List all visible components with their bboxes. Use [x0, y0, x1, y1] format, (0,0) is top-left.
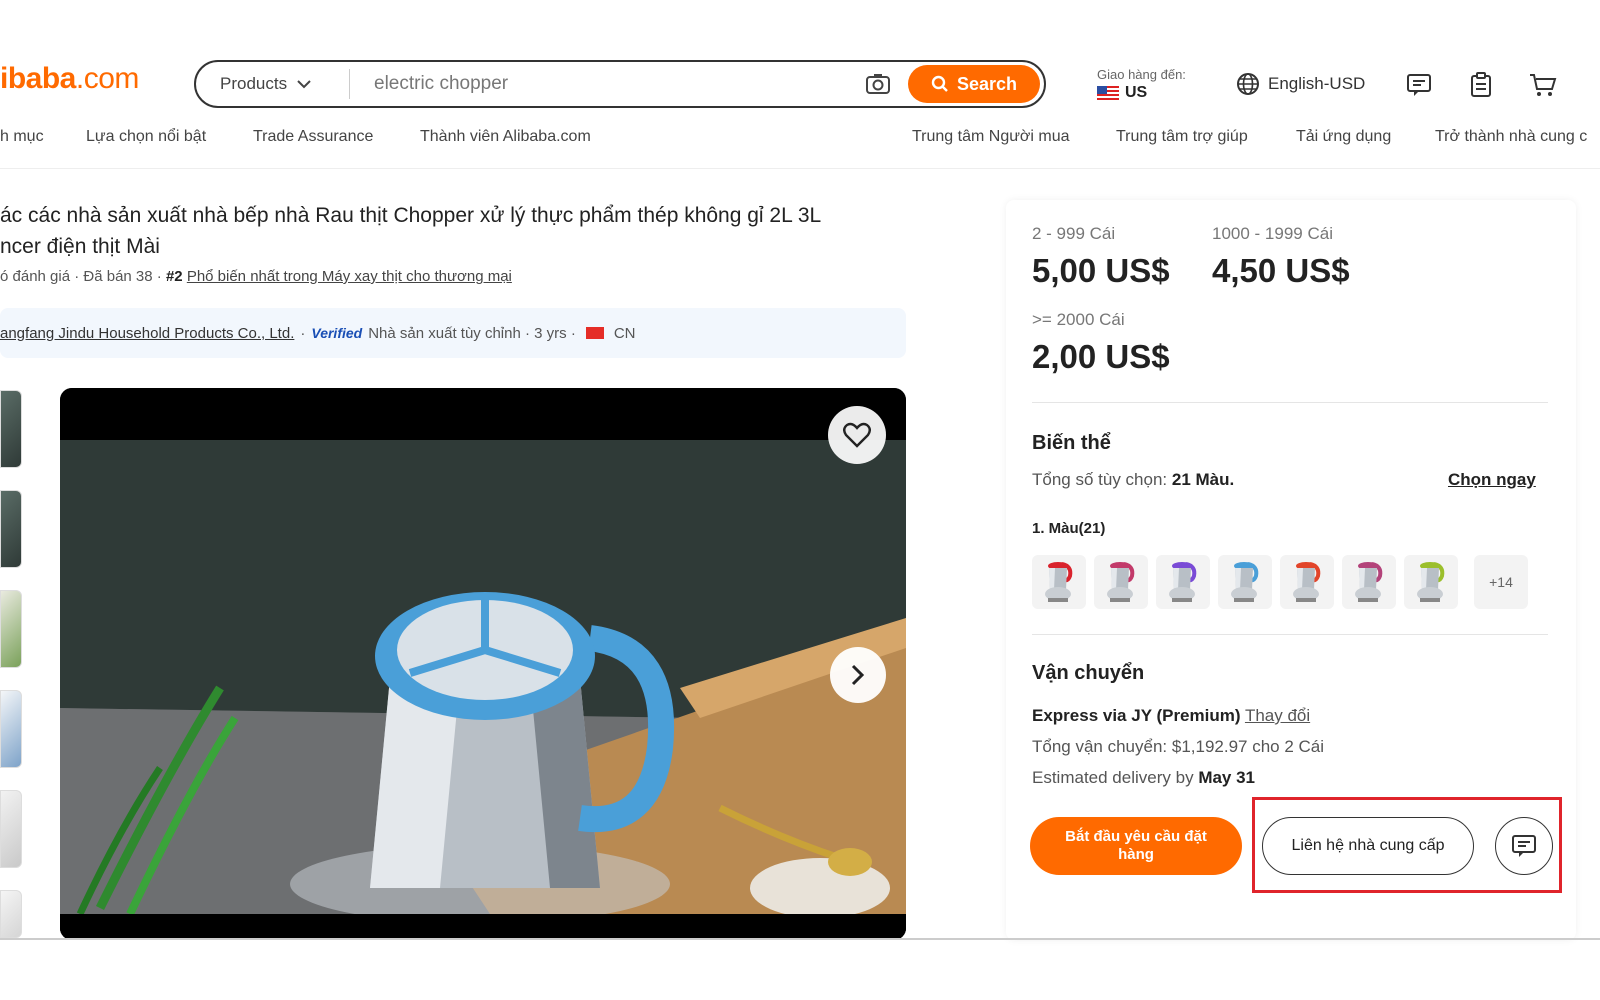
- product-title-line2: ncer điện thịt Mài: [0, 235, 160, 258]
- logo-suffix: .com: [75, 62, 140, 95]
- thumbnail[interactable]: [0, 590, 22, 668]
- variants-title: Biến thể: [1032, 432, 1111, 454]
- supplier-info: Nhà sản xuất tùy chỉnh · 3 yrs ·: [368, 324, 576, 342]
- subnav-get-app[interactable]: Tải ứng dụng: [1296, 128, 1391, 146]
- color-swatch[interactable]: [1404, 555, 1458, 609]
- cart-icon[interactable]: [1528, 70, 1558, 100]
- reviews-sold-text: ó đánh giá · Đã bán 38 ·: [0, 268, 166, 285]
- color-option-label: 1. Màu(21): [1032, 520, 1106, 537]
- tier-range: 1000 - 1999 Cái: [1212, 224, 1333, 243]
- verified-badge: Verified: [311, 325, 363, 341]
- variants-total: Tổng số tùy chọn: 21 Màu.: [1032, 470, 1234, 490]
- color-swatch[interactable]: [1342, 555, 1396, 609]
- section-divider: [1032, 402, 1548, 403]
- thumbnail[interactable]: [0, 890, 22, 938]
- estimated-delivery: Estimated delivery by May 31: [1032, 768, 1255, 788]
- variants-total-label: Tổng số tùy chọn:: [1032, 470, 1168, 489]
- variants-total-value: 21 Màu.: [1171, 470, 1235, 489]
- rank-badge: #2: [165, 268, 183, 285]
- search-button[interactable]: Search: [908, 65, 1040, 103]
- globe-icon: [1237, 73, 1259, 95]
- subnav-featured[interactable]: Lựa chọn nổi bật: [86, 128, 206, 146]
- color-swatch[interactable]: [1032, 555, 1086, 609]
- chevron-right-icon[interactable]: [830, 647, 886, 703]
- us-flag-icon: [1097, 86, 1119, 100]
- start-order-button[interactable]: Bắt đầu yêu cầu đặt hàng: [1030, 817, 1242, 875]
- eta-label: Estimated delivery by: [1032, 768, 1194, 787]
- orders-icon[interactable]: [1466, 70, 1496, 100]
- more-swatches-count: +14: [1489, 574, 1513, 590]
- subnav-trade-assurance[interactable]: Trade Assurance: [253, 128, 373, 146]
- product-main-image[interactable]: [60, 388, 906, 940]
- chevron-down-icon: [297, 80, 311, 89]
- thumbnail[interactable]: [0, 390, 22, 468]
- start-order-label: Bắt đầu yêu cầu đặt hàng: [1065, 828, 1207, 863]
- eta-date: May 31: [1198, 768, 1256, 787]
- tier-range: >= 2000 Cái: [1032, 310, 1125, 329]
- thumbnail[interactable]: [0, 790, 22, 868]
- chopper-thumbnail-icon: [1231, 562, 1259, 602]
- favorite-heart-icon[interactable]: [828, 406, 886, 464]
- search-icon: [931, 75, 948, 92]
- language-selector[interactable]: English-USD: [1236, 72, 1365, 96]
- chopper-thumbnail-icon: [1417, 562, 1445, 602]
- subnav-membership[interactable]: Thành viên Alibaba.com: [420, 128, 591, 146]
- product-title: ác các nhà sản xuất nhà bếp nhà Rau thịt…: [0, 200, 900, 262]
- page-bottom-divider: [0, 938, 1600, 940]
- messages-icon[interactable]: [1404, 70, 1434, 100]
- chopper-thumbnail-icon: [1293, 562, 1321, 602]
- subnav-help-center[interactable]: Trung tâm trợ giúp: [1116, 128, 1248, 146]
- subnav-buyer-center[interactable]: Trung tâm Người mua: [912, 128, 1070, 146]
- logo-text: ibaba: [0, 62, 76, 95]
- cn-flag-icon: [585, 327, 604, 339]
- tier-price: 4,50 US$: [1212, 252, 1350, 289]
- contact-supplier-label: Liên hệ nhà cung cấp: [1291, 837, 1445, 854]
- subnav-categories[interactable]: h mục: [0, 128, 44, 146]
- search-input[interactable]: [350, 73, 864, 95]
- header-divider: [0, 168, 1600, 169]
- change-shipping-link[interactable]: Thay đổi: [1245, 706, 1310, 725]
- supplier-country: CN: [613, 324, 636, 342]
- tier-price: 2,00 US$: [1032, 338, 1170, 375]
- subnav-become-supplier[interactable]: Trở thành nhà cung c: [1435, 128, 1587, 146]
- shipping-method: Express via JY (Premium) Thay đổi: [1032, 706, 1310, 726]
- color-swatch[interactable]: [1156, 555, 1210, 609]
- deliver-country: US: [1125, 84, 1148, 101]
- thumbnail[interactable]: [0, 490, 22, 568]
- product-meta: ó đánh giá · Đã bán 38 · #2 Phổ biến nhấ…: [0, 268, 512, 285]
- language-label: English-USD: [1268, 74, 1366, 93]
- search-category-label: Products: [220, 74, 288, 93]
- shipping-title: Vận chuyển: [1032, 662, 1145, 684]
- shipping-method-name: Express via JY (Premium): [1032, 706, 1241, 725]
- search-category-dropdown[interactable]: Products: [196, 69, 350, 99]
- thumbnail[interactable]: [0, 690, 22, 768]
- camera-icon[interactable]: [864, 70, 892, 98]
- chopper-thumbnail-icon: [1355, 562, 1383, 602]
- tier-range: 2 - 999 Cái: [1032, 224, 1116, 243]
- color-swatch[interactable]: [1094, 555, 1148, 609]
- deliver-to[interactable]: Giao hàng đến: US: [1097, 66, 1186, 102]
- chat-icon[interactable]: [1495, 817, 1553, 875]
- shipping-total: Tổng vận chuyển: $1,192.97 cho 2 Cái: [1032, 737, 1325, 756]
- choose-now-link[interactable]: Chọn ngay: [1448, 470, 1536, 490]
- rank-link[interactable]: Phổ biến nhất trong Máy xay thịt cho thư…: [187, 268, 512, 285]
- product-title-line1: ác các nhà sản xuất nhà bếp nhà Rau thịt…: [0, 204, 822, 227]
- more-swatches-button[interactable]: +14: [1474, 555, 1528, 609]
- alibaba-logo[interactable]: ibaba.com: [0, 62, 139, 96]
- contact-supplier-button[interactable]: Liên hệ nhà cung cấp: [1262, 817, 1474, 875]
- color-swatch[interactable]: [1218, 555, 1272, 609]
- section-divider: [1032, 634, 1548, 635]
- deliver-label: Giao hàng đến:: [1097, 67, 1186, 82]
- supplier-name-link[interactable]: angfang Jindu Household Products Co., Lt…: [0, 325, 294, 342]
- color-swatch[interactable]: [1280, 555, 1334, 609]
- chopper-thumbnail-icon: [1107, 562, 1135, 602]
- search-button-label: Search: [956, 73, 1018, 94]
- supplier-bar: angfang Jindu Household Products Co., Lt…: [0, 308, 906, 358]
- search-bar: Products Search: [194, 60, 1046, 108]
- chopper-thumbnail-icon: [1045, 562, 1073, 602]
- chopper-thumbnail-icon: [1169, 562, 1197, 602]
- tier-price: 5,00 US$: [1032, 252, 1170, 289]
